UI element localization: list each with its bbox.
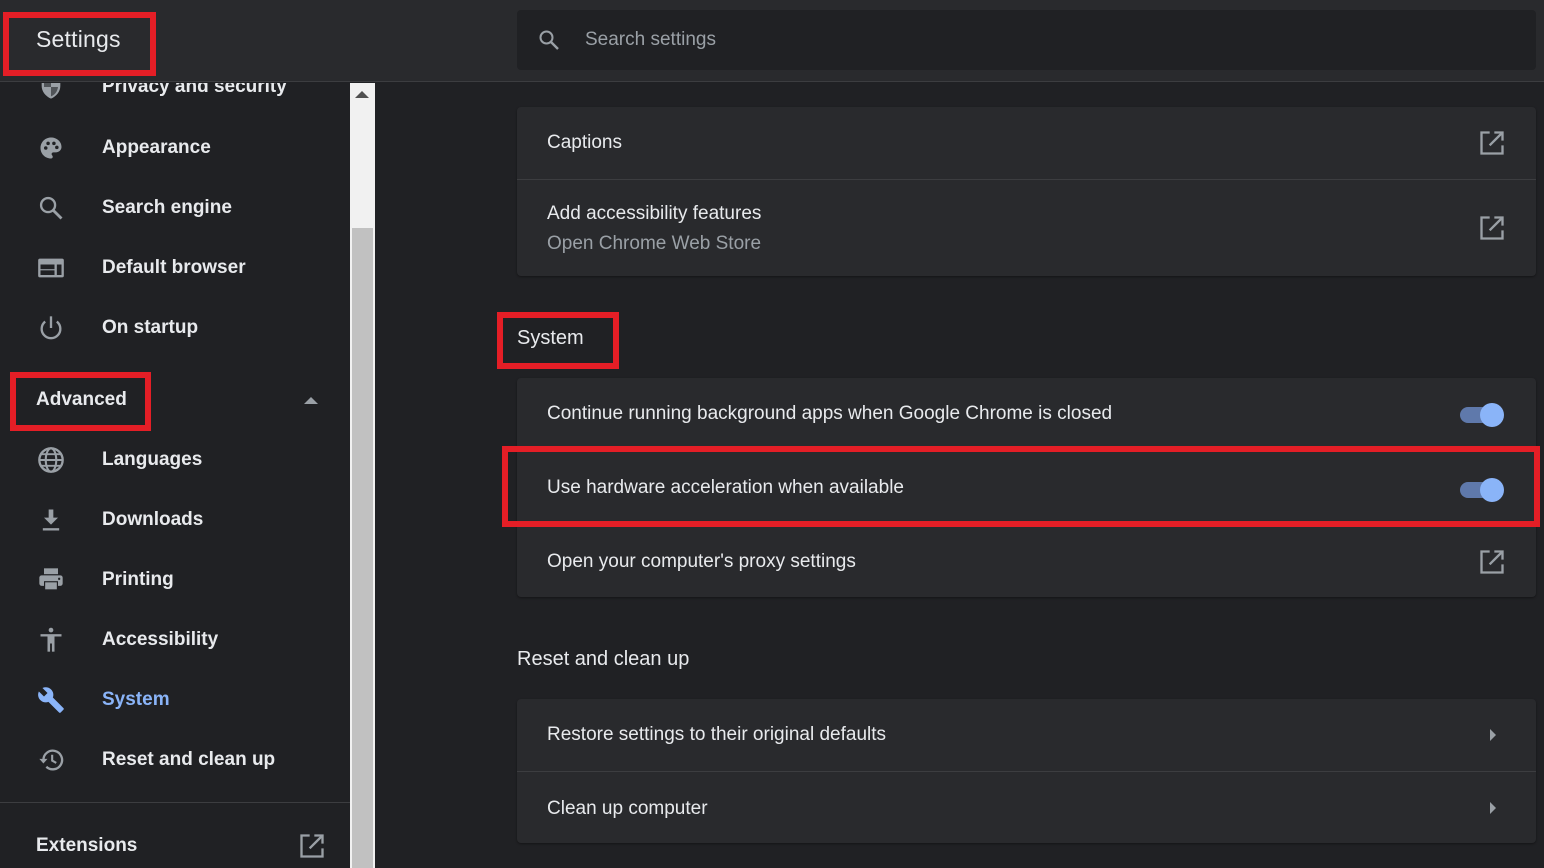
scroll-up-arrow-icon[interactable] [355, 91, 369, 98]
row-title: Continue running background apps when Go… [547, 403, 1113, 424]
system-section-heading: System [517, 327, 584, 349]
sidebar-item-label: Extensions [36, 835, 138, 856]
download-icon [42, 509, 60, 531]
toggle-knob [1480, 403, 1504, 427]
sidebar-item-label: On startup [102, 317, 199, 338]
search-icon [539, 30, 559, 50]
wrench-icon [38, 687, 64, 713]
row-title: Clean up computer [547, 798, 708, 819]
page-title: Settings [36, 26, 121, 52]
row-title: Use hardware acceleration when available [547, 477, 904, 498]
hardware-acceleration-toggle[interactable] [1458, 475, 1506, 503]
sidebar-item-extensions[interactable]: Extensions [0, 818, 350, 868]
accessibility-card: Captions Add accessibility features Open… [517, 107, 1536, 276]
sidebar-item-privacy-and-security[interactable]: Privacy and security [0, 83, 350, 115]
top-bar: Settings [0, 0, 1544, 82]
search-input[interactable] [585, 24, 1485, 56]
external-link-icon [1480, 216, 1504, 240]
sidebar: Privacy and security Appearance Search e… [0, 83, 350, 868]
power-icon [40, 316, 62, 340]
shield-icon [41, 83, 61, 99]
chevron-right-icon [1490, 802, 1496, 814]
chevron-up-icon [304, 397, 318, 404]
palette-icon [40, 137, 62, 159]
sidebar-item-label: Privacy and security [102, 83, 287, 97]
sidebar-item-search-engine[interactable]: Search engine [0, 180, 350, 236]
sidebar-item-accessibility[interactable]: Accessibility [0, 612, 350, 668]
sidebar-item-label: Appearance [102, 137, 211, 158]
sidebar-item-label: Languages [102, 449, 203, 470]
row-title: Open your computer's proxy settings [547, 551, 856, 572]
sidebar-item-reset-and-clean-up[interactable]: Reset and clean up [0, 732, 350, 788]
globe-icon [38, 447, 64, 473]
sidebar-item-label: System [102, 689, 170, 710]
reset-section-heading: Reset and clean up [517, 648, 690, 670]
background-apps-toggle[interactable] [1458, 400, 1506, 428]
hardware-acceleration-row[interactable]: Use hardware acceleration when available [517, 450, 1536, 524]
sidebar-scrollbar[interactable] [350, 83, 375, 868]
sidebar-item-label: Downloads [102, 509, 204, 530]
advanced-label: Advanced [36, 389, 127, 410]
chevron-right-icon [1490, 729, 1496, 741]
sidebar-divider [0, 802, 350, 803]
sidebar-item-appearance[interactable]: Appearance [0, 120, 350, 176]
row-title: Restore settings to their original defau… [547, 724, 887, 745]
accessibility-icon [40, 627, 62, 652]
sidebar-item-downloads[interactable]: Downloads [0, 492, 350, 548]
captions-row[interactable]: Captions [517, 107, 1536, 179]
external-link-icon [300, 834, 324, 858]
browser-icon [38, 258, 64, 278]
sidebar-item-on-startup[interactable]: On startup [0, 300, 350, 356]
restore-defaults-row[interactable]: Restore settings to their original defau… [517, 699, 1536, 771]
sidebar-item-printing[interactable]: Printing [0, 552, 350, 608]
system-card: Continue running background apps when Go… [517, 378, 1536, 597]
row-title: Captions [547, 132, 622, 153]
sidebar-item-label: Search engine [102, 197, 232, 218]
sidebar-item-label: Reset and clean up [102, 749, 276, 770]
external-link-icon [1480, 131, 1504, 155]
external-link-icon [1480, 550, 1504, 574]
search-icon [39, 196, 63, 220]
background-apps-row[interactable]: Continue running background apps when Go… [517, 378, 1536, 450]
reset-card: Restore settings to their original defau… [517, 699, 1536, 843]
row-subtitle: Open Chrome Web Store [547, 233, 762, 254]
sidebar-item-label: Default browser [102, 257, 246, 278]
sidebar-item-default-browser[interactable]: Default browser [0, 240, 350, 296]
row-title: Add accessibility features [547, 203, 762, 224]
clean-up-computer-row[interactable]: Clean up computer [517, 771, 1536, 843]
proxy-settings-row[interactable]: Open your computer's proxy settings [517, 524, 1536, 597]
printer-icon [39, 568, 63, 591]
history-icon [39, 749, 64, 771]
sidebar-item-label: Accessibility [102, 629, 219, 650]
search-box[interactable] [517, 10, 1536, 70]
sidebar-advanced-toggle[interactable]: Advanced [0, 372, 350, 428]
scrollbar-thumb[interactable] [352, 228, 373, 868]
sidebar-item-languages[interactable]: Languages [0, 432, 350, 488]
add-accessibility-features-row[interactable]: Add accessibility features Open Chrome W… [517, 179, 1536, 276]
sidebar-item-label: Printing [102, 569, 174, 590]
toggle-knob [1480, 478, 1504, 502]
sidebar-item-system[interactable]: System [0, 672, 350, 728]
